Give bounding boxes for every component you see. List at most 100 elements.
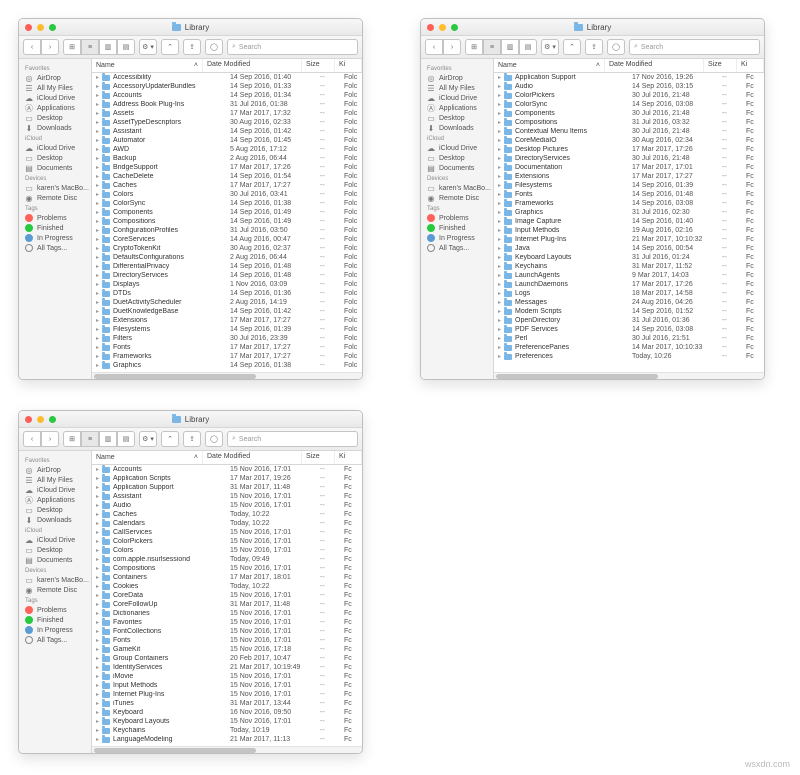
table-row[interactable]: ▸ ColorPickers 30 Jul 2016, 21:48 -- Fc [494,91,764,100]
sidebar-item-in-progress[interactable]: In Progress [19,233,91,243]
col-kind[interactable]: Ki [737,59,764,72]
back-button[interactable]: ‹ [425,39,443,55]
table-row[interactable]: ▸ Messages 24 Aug 2016, 04:26 -- Fc [494,298,764,307]
tags-button[interactable]: ◯ [607,39,625,55]
sidebar-item-applications[interactable]: Ⓐ Applications [19,495,91,505]
sidebar-item-finished[interactable]: Finished [19,615,91,625]
table-row[interactable]: ▸ Java 14 Sep 2016, 00:54 -- Fc [494,244,764,253]
coverflow-view-button[interactable]: ▤ [519,39,537,55]
table-row[interactable]: ▸ Caches Today, 10:22 -- Fc [92,510,362,519]
sidebar-item-in-progress[interactable]: In Progress [421,233,493,243]
forward-button[interactable]: › [443,39,461,55]
sidebar-item-desktop[interactable]: ▭ Desktop [19,113,91,123]
table-row[interactable]: ▸ Audio 15 Nov 2016, 17:01 -- Fc [92,501,362,510]
table-row[interactable]: ▸ ColorPickers 15 Nov 2016, 17:01 -- Fc [92,537,362,546]
forward-button[interactable]: › [41,431,59,447]
table-row[interactable]: ▸ Preferences Today, 10:26 -- Fc [494,352,764,361]
table-row[interactable]: ▸ DifferentialPrivacy 14 Sep 2016, 01:48… [92,262,362,271]
table-row[interactable]: ▸ Filesystems 14 Sep 2016, 01:39 -- Folc [92,325,362,334]
table-row[interactable]: ▸ Components 14 Sep 2016, 01:49 -- Folc [92,208,362,217]
table-row[interactable]: ▸ Address Book Plug-Ins 31 Jul 2016, 01:… [92,100,362,109]
table-row[interactable]: ▸ Modem Scripts 14 Sep 2016, 01:52 -- Fc [494,307,764,316]
col-name[interactable]: Name˄ [92,59,203,72]
sidebar-item-all-tags-[interactable]: All Tags... [421,243,493,253]
sidebar-item-desktop[interactable]: ▭ Desktop [19,505,91,515]
sidebar-item-airdrop[interactable]: ◎ AirDrop [421,73,493,83]
sidebar-item-airdrop[interactable]: ◎ AirDrop [19,465,91,475]
search-input[interactable]: ⌕ Search [629,39,760,55]
table-row[interactable]: ▸ DuetActivityScheduler 2 Aug 2016, 14:1… [92,298,362,307]
table-row[interactable]: ▸ ColorSync 14 Sep 2016, 03:08 -- Fc [494,100,764,109]
table-row[interactable]: ▸ Graphics 31 Jul 2016, 02:30 -- Fc [494,208,764,217]
col-size[interactable]: Size [302,59,335,72]
table-row[interactable]: ▸ Filters 30 Jul 2016, 23:39 -- Folc [92,334,362,343]
sidebar-item-desktop[interactable]: ▭ Desktop [421,113,493,123]
table-row[interactable]: ▸ AWD 5 Aug 2016, 17:12 -- Folc [92,145,362,154]
sidebar-item-applications[interactable]: Ⓐ Applications [421,103,493,113]
sidebar-item-karen-s-macbo-[interactable]: ▭ karen's MacBo... [19,575,91,585]
table-row[interactable]: ▸ CoreMediaIO 30 Aug 2016, 02:34 -- Fc [494,136,764,145]
icon-view-button[interactable]: ⊞ [63,39,81,55]
horizontal-scrollbar[interactable] [92,746,362,754]
table-row[interactable]: ▸ Assistant 15 Nov 2016, 17:01 -- Fc [92,492,362,501]
table-row[interactable]: ▸ LanguageModeling 21 Mar 2017, 11:13 --… [92,735,362,744]
table-row[interactable]: ▸ Favorites 15 Nov 2016, 17:01 -- Fc [92,618,362,627]
column-view-button[interactable]: ▥ [99,39,117,55]
table-row[interactable]: ▸ AccessoryUpdaterBundles 14 Sep 2016, 0… [92,82,362,91]
table-row[interactable]: ▸ Fonts 17 Mar 2017, 17:27 -- Folc [92,343,362,352]
sidebar-item-downloads[interactable]: ⬇ Downloads [19,123,91,133]
col-size[interactable]: Size [302,451,335,464]
sidebar-item-all-my-files[interactable]: ☰ All My Files [421,83,493,93]
sidebar-item-finished[interactable]: Finished [421,223,493,233]
table-row[interactable]: ▸ Fonts 14 Sep 2016, 01:48 -- Fc [494,190,764,199]
sidebar-item-applications[interactable]: Ⓐ Applications [19,103,91,113]
table-row[interactable]: ▸ Frameworks 17 Mar 2017, 17:27 -- Folc [92,352,362,361]
sidebar-item-desktop[interactable]: ▭ Desktop [421,153,493,163]
table-row[interactable]: ▸ BridgeSupport 17 Mar 2017, 17:26 -- Fo… [92,163,362,172]
titlebar[interactable]: Library [19,19,362,36]
table-row[interactable]: ▸ DefaultsConfigurations 2 Aug 2016, 06:… [92,253,362,262]
icon-view-button[interactable]: ⊞ [63,431,81,447]
col-name[interactable]: Name˄ [494,59,605,72]
table-row[interactable]: ▸ iMovie 15 Nov 2016, 17:01 -- Fc [92,672,362,681]
sidebar-item-icloud-drive[interactable]: ☁ iCloud Drive [19,485,91,495]
table-row[interactable]: ▸ AssetTypeDescriptors 30 Aug 2016, 02:3… [92,118,362,127]
col-date[interactable]: Date Modified [605,59,704,72]
titlebar[interactable]: Library [19,411,362,428]
table-row[interactable]: ▸ Logs 18 Mar 2017, 14:58 -- Fc [494,289,764,298]
table-row[interactable]: ▸ LaunchAgents 9 Mar 2017, 14:03 -- Fc [494,271,764,280]
table-row[interactable]: ▸ Calendars Today, 10:22 -- Fc [92,519,362,528]
titlebar[interactable]: Library [421,19,764,36]
horizontal-scrollbar[interactable] [494,372,764,380]
table-row[interactable]: ▸ iTunes 31 Mar 2017, 13:44 -- Fc [92,699,362,708]
list-view-button[interactable]: ≡ [81,431,99,447]
table-row[interactable]: ▸ Colors 30 Jul 2016, 03:41 -- Folc [92,190,362,199]
col-name[interactable]: Name˄ [92,451,203,464]
sidebar-item-remote-disc[interactable]: ◉ Remote Disc [19,193,91,203]
table-row[interactable]: ▸ Keyboard Layouts 15 Nov 2016, 17:01 --… [92,717,362,726]
table-row[interactable]: ▸ CacheDelete 14 Sep 2016, 01:54 -- Folc [92,172,362,181]
share-button[interactable]: ⇪ [183,39,201,55]
table-row[interactable]: ▸ Assistant 14 Sep 2016, 01:42 -- Folc [92,127,362,136]
table-row[interactable]: ▸ Extensions 17 Mar 2017, 17:27 -- Folc [92,316,362,325]
table-row[interactable]: ▸ Extensions 17 Mar 2017, 17:27 -- Fc [494,172,764,181]
table-row[interactable]: ▸ Internet Plug-Ins 21 Mar 2017, 10:10:3… [494,235,764,244]
table-row[interactable]: ▸ Accessibility 14 Sep 2016, 01:40 -- Fo… [92,73,362,82]
col-kind[interactable]: Ki [335,451,362,464]
search-input[interactable]: ⌕ Search [227,39,358,55]
table-row[interactable]: ▸ Accounts 14 Sep 2016, 01:34 -- Folc [92,91,362,100]
table-row[interactable]: ▸ Application Support 31 Mar 2017, 11:48… [92,483,362,492]
sidebar-item-icloud-drive[interactable]: ☁ iCloud Drive [19,535,91,545]
sidebar-item-desktop[interactable]: ▭ Desktop [19,545,91,555]
coverflow-view-button[interactable]: ▤ [117,431,135,447]
table-row[interactable]: ▸ com.apple.nsurlsessiond Today, 09:49 -… [92,555,362,564]
table-row[interactable]: ▸ Keychains 31 Mar 2017, 11:52 -- Fc [494,262,764,271]
share-button[interactable]: ⇪ [183,431,201,447]
horizontal-scrollbar[interactable] [92,372,362,380]
sidebar-item-icloud-drive[interactable]: ☁ iCloud Drive [421,143,493,153]
table-row[interactable]: ▸ Input Methods 15 Nov 2016, 17:01 -- Fc [92,681,362,690]
table-row[interactable]: ▸ DuetKnowledgeBase 14 Sep 2016, 01:42 -… [92,307,362,316]
arrange-button[interactable]: ⚙ ▾ [139,39,157,55]
table-row[interactable]: ▸ DirectoryServices 30 Jul 2016, 21:48 -… [494,154,764,163]
table-row[interactable]: ▸ FontCollections 15 Nov 2016, 17:01 -- … [92,627,362,636]
